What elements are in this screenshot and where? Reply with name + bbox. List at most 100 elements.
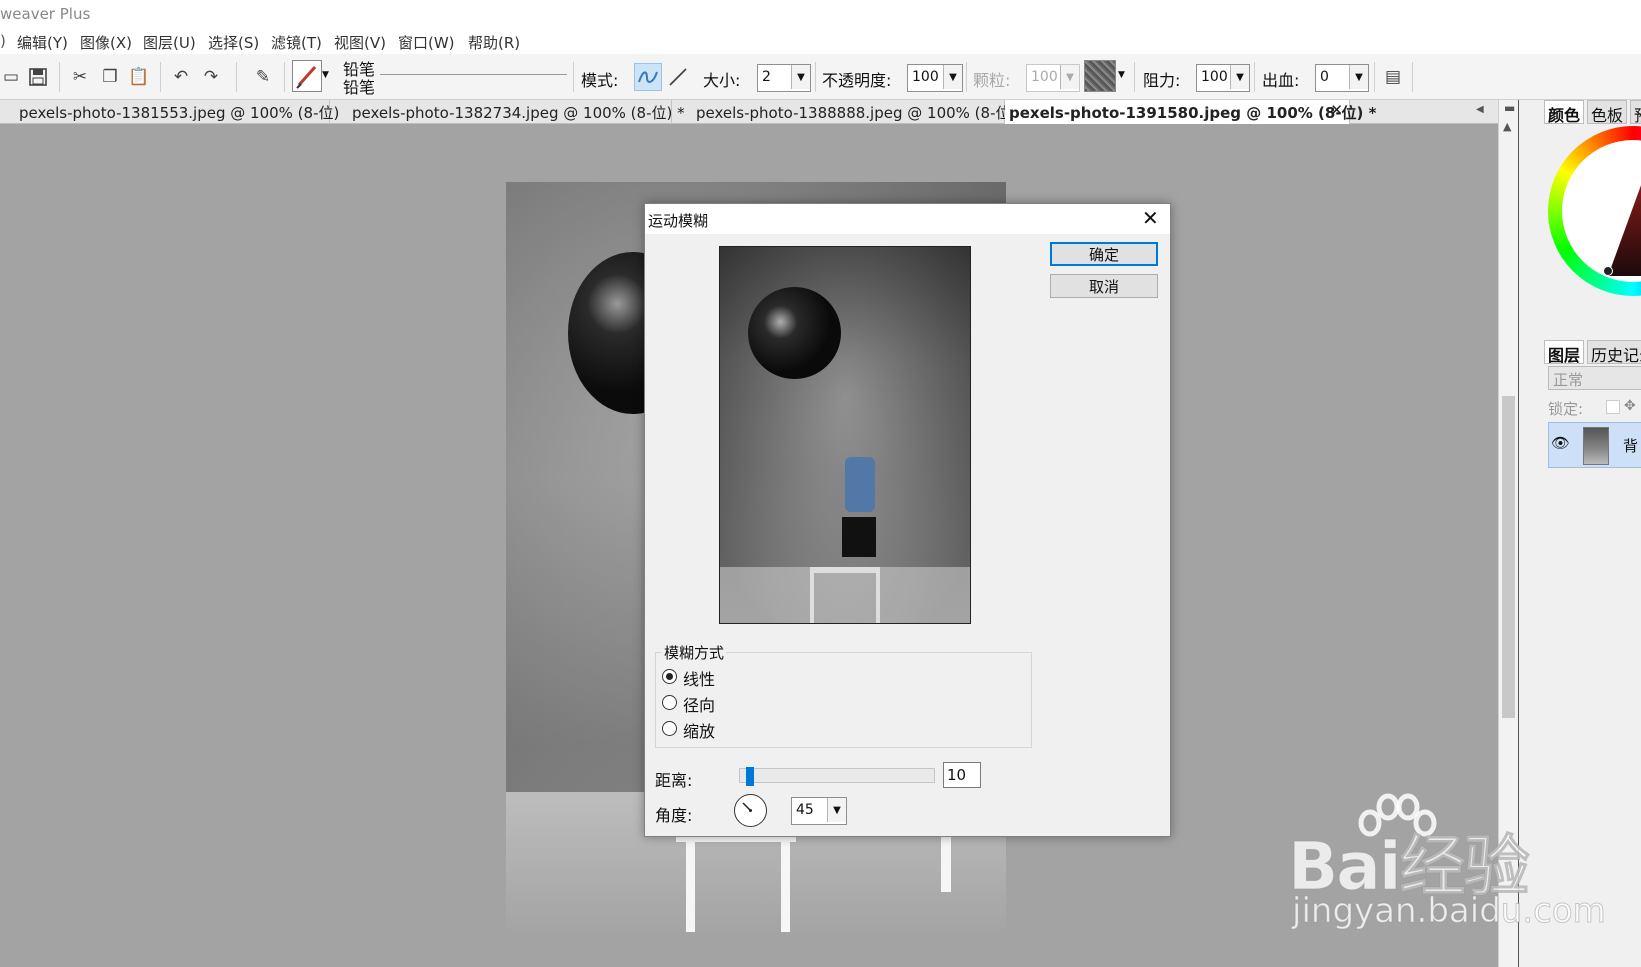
menu-filter[interactable]: 滤镜(T)	[271, 32, 322, 53]
grain-texture-swatch[interactable]	[1084, 60, 1116, 92]
opacity-value: 100	[912, 69, 939, 85]
menu-image[interactable]: 图像(X)	[80, 32, 132, 53]
dialog-title: 运动模糊	[648, 212, 709, 230]
tab-color[interactable]: 颜色	[1544, 100, 1585, 125]
mode-freehand-icon[interactable]	[634, 63, 662, 91]
radio-linear-label[interactable]: 线性	[683, 666, 715, 690]
texture-dropdown-icon[interactable]: ▼	[1118, 70, 1125, 80]
chevron-down-icon[interactable]: ▼	[827, 798, 846, 822]
distance-slider[interactable]	[739, 767, 935, 786]
preview-image	[719, 246, 971, 624]
stool-leg-image	[781, 832, 790, 932]
undo-icon[interactable]: ↶	[170, 66, 192, 88]
blur-method-label: 模糊方式	[662, 642, 727, 663]
radio-radial-label[interactable]: 径向	[683, 692, 715, 716]
tab-document-4-label: pexels-photo-1391580.jpeg @ 100% (8-位) *	[1009, 104, 1377, 122]
baidu-watermark: Bai经验 jingyan.baidu.com	[1287, 793, 1628, 932]
toolbar: ▭ ✂ ❐ 📋 ↶ ↷ ✎ ▼ 铅笔 铅笔 模式: 大小: 2 ▼ 不透明度: …	[0, 54, 1641, 100]
menu-layer[interactable]: 图层(U)	[143, 32, 196, 53]
layer-name: 背	[1623, 437, 1639, 455]
tool-name-divider	[380, 74, 567, 75]
visibility-eye-icon[interactable]: 👁	[1551, 434, 1570, 452]
tab-document-4[interactable]: pexels-photo-1391580.jpeg @ 100% (8-位) *…	[1005, 100, 1376, 124]
app-title: weaver Plus	[0, 5, 91, 23]
chevron-down-icon[interactable]: ▼	[1349, 65, 1368, 89]
blend-mode-select[interactable]: 正常	[1548, 366, 1641, 390]
close-icon[interactable]: ✕	[1142, 206, 1159, 230]
size-combo[interactable]: 2 ▼	[757, 64, 811, 92]
watermark-url: jingyan.baidu.com	[1292, 891, 1607, 932]
preview-floor	[720, 567, 970, 623]
lock-transparency-checkbox[interactable]	[1606, 400, 1620, 414]
tab-preview[interactable]: 预	[1630, 100, 1641, 124]
lock-label: 锁定:	[1548, 400, 1584, 418]
menu-bar: ) 编辑(Y) 图像(X) 图层(U) 选择(S) 滤镜(T) 视图(V) 窗口…	[0, 28, 1641, 54]
chevron-down-icon[interactable]: ▼	[1230, 65, 1249, 89]
open-icon[interactable]: ▭	[0, 66, 22, 88]
bleed-combo[interactable]: 0 ▼	[1315, 64, 1369, 92]
menu-window[interactable]: 窗口(W)	[398, 32, 455, 53]
ok-button[interactable]: 确定	[1050, 242, 1158, 266]
scroll-left-icon[interactable]: ◀	[1476, 104, 1484, 115]
save-icon[interactable]	[27, 66, 49, 88]
scroll-up-icon[interactable]: ▲	[1503, 120, 1511, 133]
distance-slider-thumb[interactable]	[746, 767, 754, 786]
tool-preset-swatch[interactable]	[292, 60, 322, 92]
cancel-button[interactable]: 取消	[1050, 274, 1158, 298]
angle-label: 角度:	[655, 806, 693, 825]
scrollbar-thumb[interactable]	[1502, 396, 1515, 718]
menu-help[interactable]: 帮助(R)	[468, 32, 520, 53]
tab-layers[interactable]: 图层	[1544, 340, 1585, 365]
title-bar: weaver Plus	[0, 0, 1641, 28]
angle-combo[interactable]: 45 ▼	[791, 797, 847, 825]
lock-move-icon[interactable]: ✥	[1624, 398, 1636, 414]
menu-item-truncated[interactable]: )	[0, 32, 6, 50]
tool-variant: 铅笔	[343, 78, 376, 97]
close-tab-icon[interactable]: ✕	[1330, 101, 1343, 119]
dialog-title-bar: 运动模糊 ✕	[645, 204, 1170, 234]
tab-document-3[interactable]: pexels-photo-1388888.jpeg @ 100% (8-位)	[672, 100, 1016, 124]
grain-combo: 100 ▼	[1026, 64, 1080, 92]
tab-swatches[interactable]: 色板	[1587, 100, 1628, 125]
chevron-down-icon[interactable]: ▼	[791, 65, 810, 89]
radio-zoom[interactable]	[662, 721, 677, 736]
layer-row[interactable]: 👁 背	[1548, 422, 1641, 468]
panel-minimize-icon[interactable]: ▬	[1504, 101, 1515, 115]
paste-icon[interactable]: 📋	[128, 66, 150, 88]
menu-select[interactable]: 选择(S)	[208, 32, 259, 53]
grain-value: 100	[1031, 69, 1058, 85]
distance-input[interactable]: 10	[943, 762, 981, 788]
size-label: 大小:	[703, 71, 741, 90]
stool-leg-image	[686, 832, 695, 932]
angle-value: 45	[796, 802, 814, 818]
copy-icon[interactable]: ❐	[99, 66, 121, 88]
preview-balloon	[748, 287, 841, 379]
chevron-down-icon[interactable]: ▼	[943, 65, 962, 89]
tab-document-1[interactable]: pexels-photo-1381553.jpeg @ 100% (8-位)	[0, 100, 339, 124]
tab-document-2[interactable]: pexels-photo-1382734.jpeg @ 100% (8-位) *	[330, 100, 685, 124]
preset-dropdown-icon[interactable]: ▼	[322, 70, 329, 80]
redo-icon[interactable]: ↷	[200, 66, 222, 88]
distance-label: 距离:	[655, 771, 693, 790]
options-panel-icon[interactable]: ▤	[1382, 66, 1404, 88]
radio-radial[interactable]	[662, 695, 677, 710]
size-value: 2	[762, 69, 771, 85]
document-tabs: pexels-photo-1381553.jpeg @ 100% (8-位) p…	[0, 100, 1641, 124]
resistance-combo[interactable]: 100 ▼	[1196, 64, 1250, 92]
preview-figure-skirt	[842, 517, 876, 557]
cut-icon[interactable]: ✂	[69, 66, 91, 88]
chevron-down-icon: ▼	[1060, 65, 1079, 89]
mode-label: 模式:	[581, 71, 619, 90]
blur-method-group: 模糊方式 线性 径向 缩放	[655, 642, 1032, 748]
brush-icon[interactable]: ✎	[252, 66, 274, 88]
mode-line-icon[interactable]	[666, 65, 690, 89]
radio-linear[interactable]	[662, 669, 677, 684]
menu-edit[interactable]: 编辑(Y)	[17, 32, 68, 53]
color-wheel[interactable]	[1548, 126, 1641, 316]
angle-dial[interactable]	[734, 794, 767, 827]
opacity-combo[interactable]: 100 ▼	[907, 64, 963, 92]
menu-view[interactable]: 视图(V)	[334, 32, 386, 53]
resistance-label: 阻力:	[1143, 71, 1181, 90]
tab-history[interactable]: 历史记录	[1587, 340, 1641, 364]
radio-zoom-label[interactable]: 缩放	[683, 718, 715, 742]
